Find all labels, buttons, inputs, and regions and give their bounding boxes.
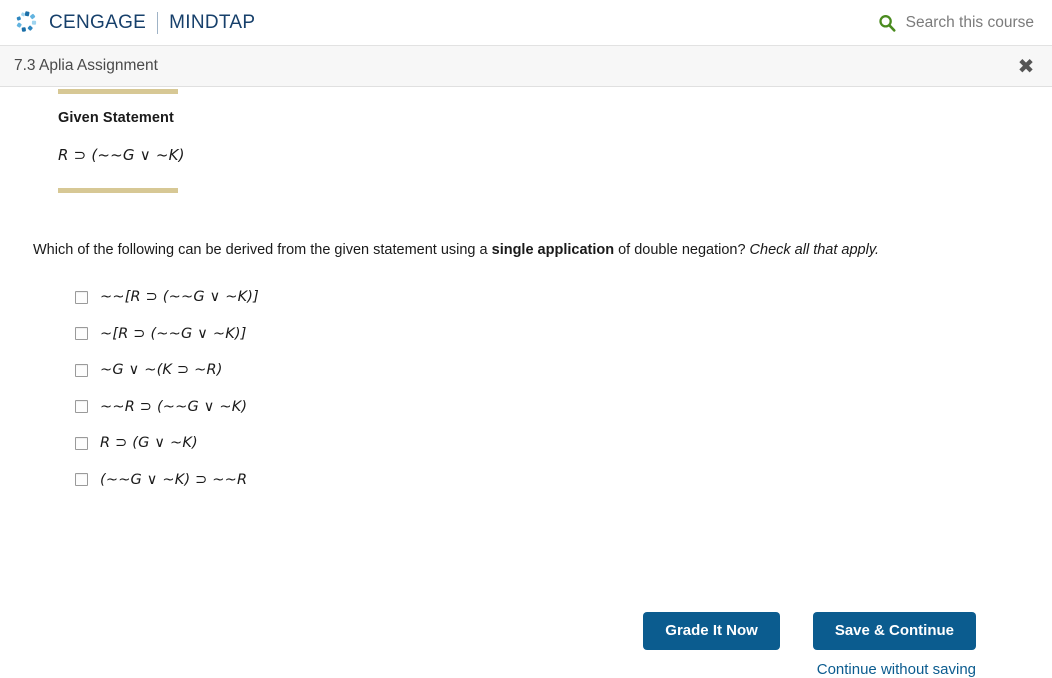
option-label-6[interactable]: (~~G ∨ ~K) ⊃ ~~R (100, 472, 247, 488)
question-prefix: Which of the following can be derived fr… (33, 242, 492, 258)
save-and-continue-button[interactable]: Save & Continue (812, 612, 976, 650)
option-label-5[interactable]: R ⊃ (G ∨ ~K) (100, 435, 198, 451)
checkbox-option-5[interactable] (75, 436, 88, 450)
search-course-control[interactable]: Search this course (878, 13, 1036, 32)
divider-bottom (58, 188, 178, 193)
brand-name-cengage: CENGAGE (49, 11, 147, 33)
close-icon[interactable]: ✖ (1014, 54, 1038, 78)
question-emphasis: single application (491, 242, 615, 258)
checkbox-option-3[interactable] (75, 363, 88, 377)
continue-without-saving-link[interactable]: Continue without saving (817, 661, 976, 678)
grade-it-now-button[interactable]: Grade It Now (643, 612, 780, 650)
list-item[interactable]: R ⊃ (G ∨ ~K) (75, 425, 1052, 462)
brand-separator (157, 11, 159, 34)
answer-options-list: ~~[R ⊃ (~~G ∨ ~K)] ~[R ⊃ (~~G ∨ ~K)] ~G … (0, 279, 1052, 498)
question-instruction: Check all that apply. (749, 242, 880, 258)
checkbox-option-2[interactable] (75, 327, 88, 341)
option-label-3[interactable]: ~G ∨ ~(K ⊃ ~R) (100, 362, 223, 378)
given-statement-formula: R ⊃ (~~G ∨ ~K) (58, 146, 185, 164)
divider-top (58, 89, 178, 94)
checkbox-option-4[interactable] (75, 400, 88, 414)
assignment-title: 7.3 Aplia Assignment (14, 57, 158, 74)
brand-name-mindtap: MINDTAP (169, 11, 256, 33)
checkbox-option-6[interactable] (75, 473, 88, 487)
list-item[interactable]: ~G ∨ ~(K ⊃ ~R) (75, 352, 1052, 389)
assignment-footer: Grade It Now Save & Continue Continue wi… (643, 612, 976, 678)
footer-button-row: Grade It Now Save & Continue (643, 612, 976, 650)
option-label-4[interactable]: ~~R ⊃ (~~G ∨ ~K) (100, 399, 247, 415)
search-input[interactable]: Search this course (906, 14, 1034, 32)
top-navigation-bar: CENGAGE MINDTAP Search this course (0, 0, 1052, 46)
given-statement-heading: Given Statement (58, 110, 174, 126)
list-item[interactable]: ~[R ⊃ (~~G ∨ ~K)] (75, 315, 1052, 352)
option-label-2[interactable]: ~[R ⊃ (~~G ∨ ~K)] (100, 326, 247, 342)
option-label-1[interactable]: ~~[R ⊃ (~~G ∨ ~K)] (100, 289, 259, 305)
assignment-content: Given Statement R ⊃ (~~G ∨ ~K) Which of … (0, 89, 1052, 678)
brand-logo[interactable]: CENGAGE MINDTAP (14, 10, 255, 36)
list-item[interactable]: ~~R ⊃ (~~G ∨ ~K) (75, 388, 1052, 425)
search-icon[interactable] (878, 13, 897, 32)
question-middle: of double negation? (614, 242, 750, 258)
list-item[interactable]: ~~[R ⊃ (~~G ∨ ~K)] (75, 279, 1052, 316)
checkbox-option-1[interactable] (75, 290, 88, 304)
question-prompt: Which of the following can be derived fr… (0, 241, 1052, 260)
assignment-header-bar: 7.3 Aplia Assignment ✖ (0, 46, 1052, 87)
given-statement-block: Given Statement R ⊃ (~~G ∨ ~K) (0, 89, 1052, 193)
list-item[interactable]: (~~G ∨ ~K) ⊃ ~~R (75, 461, 1052, 498)
cengage-swirl-icon (14, 10, 40, 36)
